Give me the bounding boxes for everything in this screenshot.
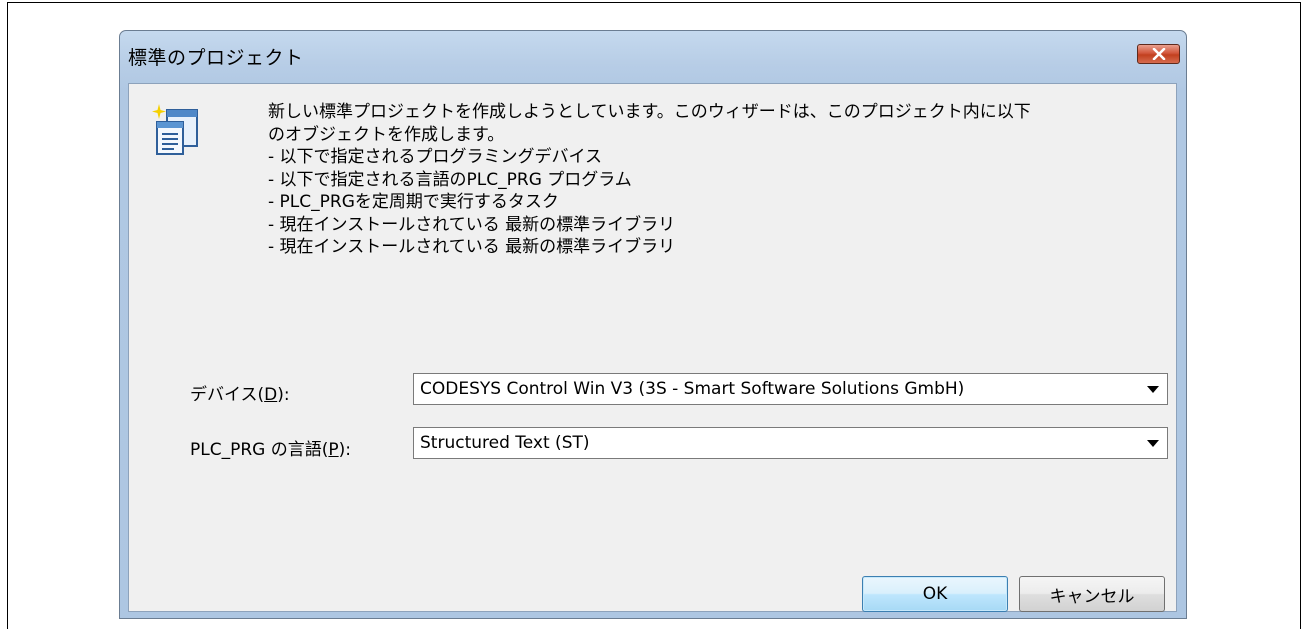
close-icon	[1152, 48, 1165, 60]
wizard-description: 新しい標準プロジェクトを作成しようとしています。このウィザードは、このプロジェク…	[268, 101, 1168, 259]
project-wizard-icon	[152, 104, 198, 155]
description-line: 新しい標準プロジェクトを作成しようとしています。このウィザードは、このプロジェク…	[268, 102, 1031, 122]
title-bar[interactable]: 標準のプロジェクト	[120, 31, 1186, 83]
language-select-value: Structured Text (ST)	[420, 433, 590, 453]
device-accelerator-key: D	[264, 385, 278, 405]
standard-project-dialog: 標準のプロジェクト 新しい標準プロジェクトを作成しようとしています。このウィザー…	[119, 30, 1187, 619]
description-line: - 以下で指定される言語のPLC_PRG プログラム	[268, 169, 632, 190]
dialog-client-area: 新しい標準プロジェクトを作成しようとしています。このウィザードは、このプロジェク…	[128, 83, 1177, 612]
chevron-down-icon[interactable]	[1147, 440, 1159, 447]
ok-button[interactable]: OK	[862, 576, 1008, 612]
language-label: PLC_PRG の言語(P):	[190, 440, 352, 460]
device-select-value: CODESYS Control Win V3 (3S - Smart Softw…	[420, 379, 965, 399]
chevron-down-icon[interactable]	[1147, 386, 1159, 393]
description-line: - PLC_PRGを定周期で実行するタスク	[268, 192, 559, 212]
description-line: - 現在インストールされている 最新の標準ライブラリ	[268, 214, 676, 235]
language-accelerator-key: P	[328, 440, 339, 460]
close-button[interactable]	[1137, 44, 1180, 64]
window-title: 標準のプロジェクト	[128, 47, 304, 69]
description-line: - 現在インストールされている 最新の標準ライブラリ	[268, 237, 676, 257]
description-line: のオブジェクトを作成します。	[268, 124, 505, 145]
language-select[interactable]: Structured Text (ST)	[413, 427, 1168, 459]
cancel-button[interactable]: キャンセル	[1019, 576, 1165, 612]
device-select[interactable]: CODESYS Control Win V3 (3S - Smart Softw…	[413, 373, 1168, 405]
description-line: - 以下で指定されるプログラミングデバイス	[268, 147, 603, 167]
device-label: デバイス(D):	[190, 385, 290, 405]
